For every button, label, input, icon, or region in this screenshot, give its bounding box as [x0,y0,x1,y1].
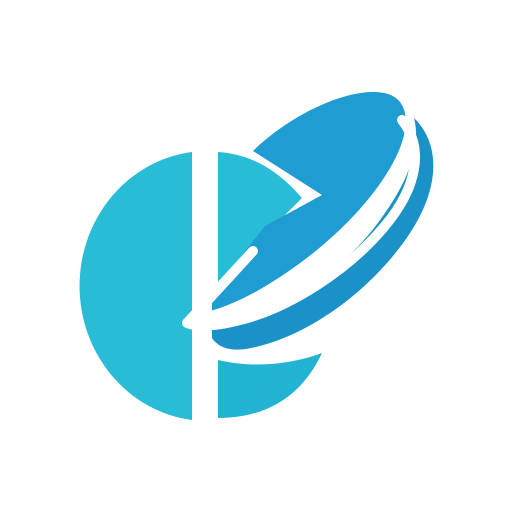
right-lower-quarter-shape [218,353,322,418]
left-half-circle-shape [79,152,192,420]
logo-canvas [0,0,512,512]
pill-logo-icon [79,92,434,420]
